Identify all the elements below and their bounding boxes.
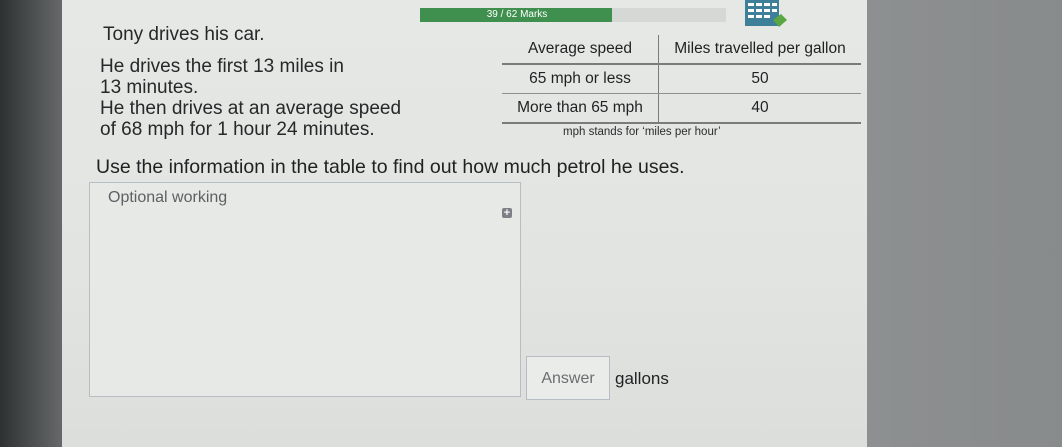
table-cell: 50: [658, 64, 861, 94]
table-row: More than 65 mph 40: [502, 93, 861, 124]
device-bezel: [0, 0, 68, 447]
question-line: Tony drives his car.: [103, 24, 265, 45]
table-cell: 40: [658, 93, 861, 124]
table-footnote: mph stands for ‘miles per hour’: [563, 126, 721, 138]
fuel-table: Average speed Miles travelled per gallon…: [502, 35, 861, 124]
table-header-row: Average speed Miles travelled per gallon: [502, 35, 861, 65]
answer-unit: gallons: [615, 369, 669, 388]
answer-input[interactable]: Answer: [526, 356, 610, 400]
question-line: He drives the first 13 miles in: [100, 56, 344, 77]
table-row: 65 mph or less 50: [502, 64, 861, 94]
background: [867, 0, 1062, 447]
question-line: 13 minutes.: [100, 77, 199, 98]
table-cell: More than 65 mph: [502, 93, 659, 124]
question-instruction: Use the information in the table to find…: [96, 156, 685, 178]
calculator-icon[interactable]: [743, 0, 789, 28]
table-header: Average speed: [502, 35, 659, 65]
table-cell: 65 mph or less: [502, 64, 659, 94]
question-text: Tony drives his car. He drives the first…: [100, 24, 500, 140]
marks-progress-text: 39 / 62 Marks: [486, 9, 548, 20]
question-line: He then drives at an average speed: [100, 98, 402, 119]
question-line: of 68 mph for 1 hour 24 minutes.: [100, 119, 375, 140]
working-label: Optional working: [108, 189, 228, 206]
plus-icon[interactable]: +: [502, 208, 512, 219]
marks-progress-bar: 39 / 62 Marks: [420, 8, 726, 22]
table-header: Miles travelled per gallon: [658, 35, 861, 65]
optional-working-area[interactable]: Optional working +: [89, 182, 521, 397]
